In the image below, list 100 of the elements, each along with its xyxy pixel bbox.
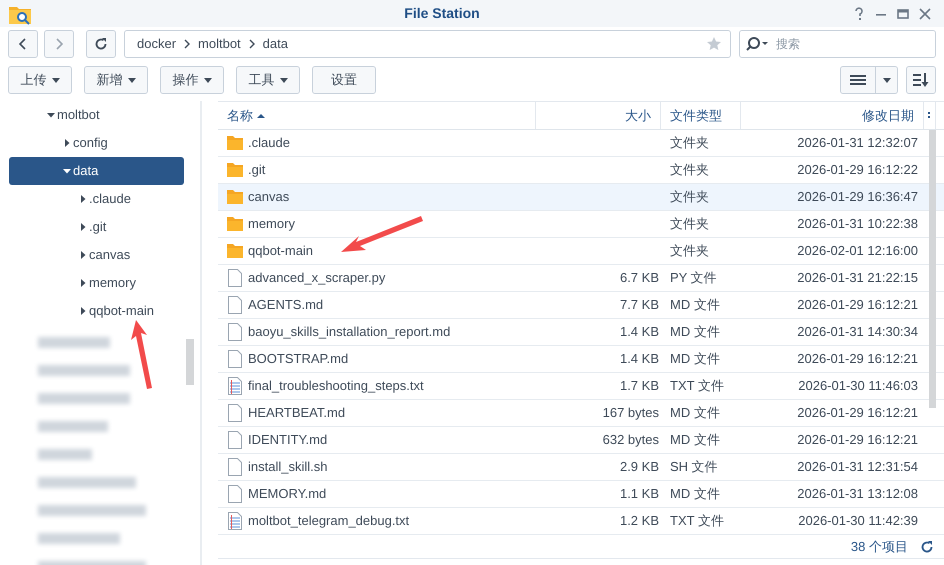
maximize-icon[interactable] xyxy=(896,6,910,20)
tree-item[interactable]: canvas xyxy=(9,241,184,269)
tree-item[interactable]: qqbot-main xyxy=(9,297,184,325)
arrow-annotation xyxy=(131,320,152,389)
modified-date: 2026-01-31 12:31:54 xyxy=(797,458,918,476)
toolbar-button[interactable]: 新增 xyxy=(84,66,148,94)
file-row[interactable]: HEARTBEAT.md 167 bytes MD 文件 2026-01-29 16:12:21 xyxy=(218,400,944,427)
modified-date: 2026-01-31 13:12:08 xyxy=(797,485,918,504)
file-name: AGENTS.md xyxy=(248,296,324,314)
tree-item[interactable]: data xyxy=(9,157,184,185)
tree-item[interactable]: .claude xyxy=(9,185,184,213)
search-icon xyxy=(746,36,770,52)
file-type: TXT 文件 xyxy=(670,377,724,396)
file-name: moltbot_telegram_debug.txt xyxy=(248,512,410,530)
toolbar-button[interactable]: 工具 xyxy=(236,66,300,94)
file-icon xyxy=(227,269,243,287)
file-type: SH 文件 xyxy=(670,458,718,476)
file-size: 2.9 KB xyxy=(620,458,659,476)
caret-icon xyxy=(882,78,890,82)
modified-date: 2026-01-29 16:12:21 xyxy=(797,431,918,450)
path-segment[interactable]: docker xyxy=(133,34,180,54)
file-name: qqbot-main xyxy=(248,242,314,260)
file-name: MEMORY.md xyxy=(248,485,326,504)
file-row[interactable]: canvas 文件夹 2026-01-29 16:36:47 xyxy=(218,184,944,211)
text-file-icon xyxy=(227,377,243,395)
file-size: 7.7 KB xyxy=(620,296,659,314)
tree-item[interactable]: memory xyxy=(9,269,184,297)
modified-date: 2026-02-01 12:16:00 xyxy=(797,242,918,260)
column-header[interactable]: 修改日期 xyxy=(741,102,924,129)
file-size: 167 bytes xyxy=(602,404,659,422)
path-bar[interactable]: docker moltbot data xyxy=(124,30,731,58)
file-row[interactable]: MEMORY.md 1.1 KB MD 文件 2026-01-31 13:12:08 xyxy=(218,481,944,508)
modified-date: 2026-01-29 16:12:22 xyxy=(797,161,918,180)
file-size: 1.1 KB xyxy=(620,485,659,504)
file-icon xyxy=(227,485,243,503)
file-row[interactable]: install_skill.sh 2.9 KB SH 文件 2026-01-31 12:31:54 xyxy=(218,454,944,481)
modified-date: 2026-01-31 14:30:34 xyxy=(797,323,918,342)
file-name: memory xyxy=(248,215,295,234)
search-box[interactable]: 搜索 xyxy=(739,30,936,58)
text-file-icon xyxy=(227,512,243,530)
close-icon[interactable] xyxy=(918,6,932,20)
file-size: 632 bytes xyxy=(602,431,659,450)
item-count: 38 个项目 xyxy=(850,538,908,556)
file-icon xyxy=(227,323,243,341)
scrollbar-thumb[interactable] xyxy=(929,130,936,408)
file-name: advanced_x_scraper.py xyxy=(248,269,386,288)
folder-icon xyxy=(227,134,243,152)
column-menu-icon[interactable] xyxy=(928,110,931,120)
file-row[interactable]: IDENTITY.md 632 bytes MD 文件 2026-01-29 16:12:21 xyxy=(218,427,944,454)
back-button[interactable] xyxy=(8,30,38,58)
file-name: HEARTBEAT.md xyxy=(248,404,346,422)
file-type: 文件夹 xyxy=(670,215,709,234)
view-dropdown-button[interactable] xyxy=(876,66,898,94)
file-size: 1.7 KB xyxy=(620,377,659,396)
scrollbar-thumb[interactable] xyxy=(186,339,194,385)
help-icon[interactable] xyxy=(852,6,866,20)
modified-date: 2026-01-30 11:46:03 xyxy=(798,377,918,396)
file-name: .claude xyxy=(248,134,290,152)
file-type: MD 文件 xyxy=(670,431,720,450)
path-segment[interactable]: moltbot xyxy=(194,34,245,54)
file-type: MD 文件 xyxy=(670,485,720,504)
search-field[interactable]: 搜索 xyxy=(774,34,894,54)
folder-icon xyxy=(227,188,243,206)
column-header[interactable]: 大小 xyxy=(536,102,661,129)
tree-item[interactable]: config xyxy=(9,129,184,157)
caret-icon xyxy=(52,78,60,82)
column-header[interactable]: 名称 xyxy=(218,102,536,129)
caret-icon xyxy=(280,78,288,82)
file-name: .git xyxy=(248,161,266,180)
file-icon xyxy=(227,296,243,314)
modified-date: 2026-01-29 16:12:21 xyxy=(797,350,918,368)
refresh-button[interactable] xyxy=(86,30,116,58)
modified-date: 2026-01-29 16:36:47 xyxy=(797,188,918,206)
list-view-button[interactable] xyxy=(840,66,876,94)
file-type: 文件夹 xyxy=(670,242,709,260)
file-type: MD 文件 xyxy=(670,296,720,314)
file-type: MD 文件 xyxy=(670,323,720,342)
caret-icon xyxy=(128,78,136,82)
file-row[interactable]: moltbot_telegram_debug.txt 1.2 KB TXT 文件 2026-01-30 11:42:39 xyxy=(218,508,944,535)
modified-date: 2026-01-31 10:22:38 xyxy=(797,215,918,234)
file-size: 6.7 KB xyxy=(620,269,659,288)
refresh-icon[interactable] xyxy=(920,540,934,554)
column-header[interactable]: 文件类型 xyxy=(661,102,741,129)
tree-item[interactable]: .git xyxy=(9,213,184,241)
toolbar-button[interactable]: 操作 xyxy=(160,66,224,94)
file-icon xyxy=(227,458,243,476)
sort-button[interactable] xyxy=(906,66,936,94)
list-icon xyxy=(850,74,866,86)
file-icon xyxy=(227,431,243,449)
file-size: 1.4 KB xyxy=(620,350,659,368)
folder-icon xyxy=(227,161,243,179)
star-icon[interactable] xyxy=(706,36,722,52)
modified-date: 2026-01-31 12:32:07 xyxy=(797,134,918,152)
path-segment[interactable]: data xyxy=(258,34,292,54)
tree-item[interactable]: moltbot xyxy=(9,101,184,129)
toolbar-button[interactable]: 上传 xyxy=(8,66,72,94)
file-name: BOOTSTRAP.md xyxy=(248,350,348,368)
toolbar-button[interactable]: 设置 xyxy=(312,66,376,94)
refresh-icon xyxy=(94,37,108,51)
folder-icon xyxy=(227,215,243,233)
